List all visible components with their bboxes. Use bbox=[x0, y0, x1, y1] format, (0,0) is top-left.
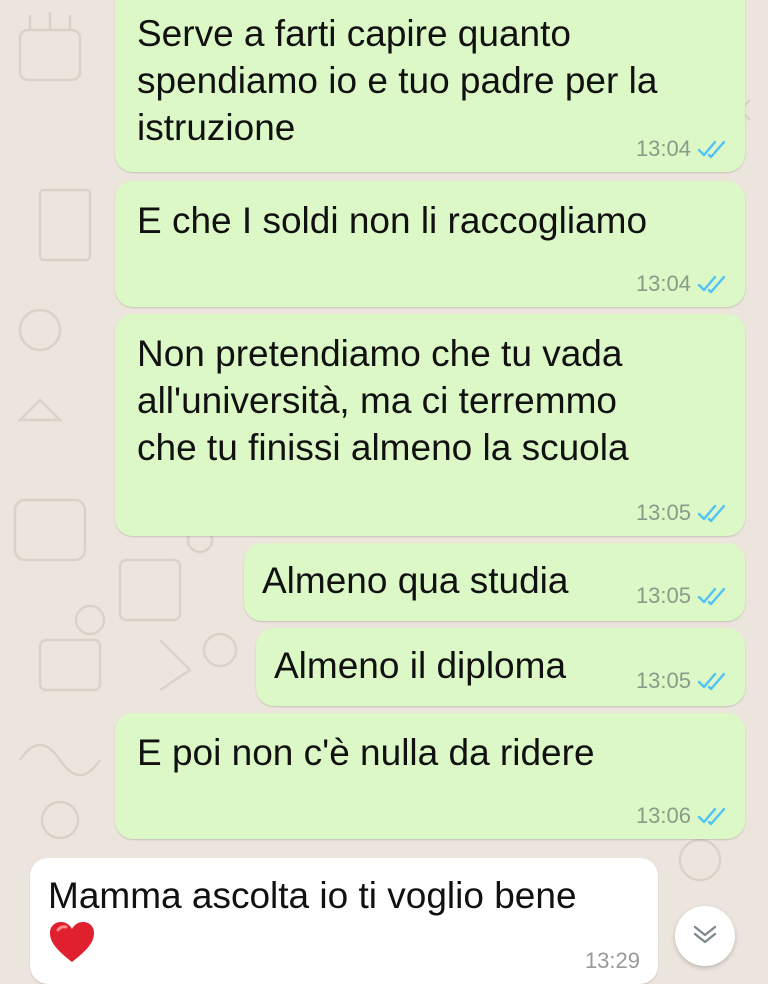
message-bubble-outgoing[interactable]: Almeno il diploma 13:05 bbox=[256, 628, 745, 706]
message-time: 13:04 bbox=[635, 136, 691, 161]
message-text: Almeno qua studia bbox=[262, 560, 569, 601]
double-check-icon bbox=[697, 806, 727, 826]
message-time: 13:29 bbox=[584, 948, 640, 973]
heart-icon bbox=[48, 920, 96, 969]
double-check-icon bbox=[697, 274, 727, 294]
message-text: E poi non c'è nulla da ridere bbox=[137, 732, 595, 773]
double-check-icon bbox=[697, 671, 727, 691]
chevron-down-icon bbox=[691, 923, 719, 950]
message-bubble-outgoing[interactable]: Almeno qua studia 13:05 bbox=[244, 543, 745, 621]
message-time: 13:05 bbox=[635, 583, 691, 608]
message-time: 13:05 bbox=[635, 500, 691, 525]
message-text: E che I soldi non li raccogliamo bbox=[137, 200, 648, 241]
message-text: Non pretendiamo che tu vada all'universi… bbox=[137, 333, 629, 468]
double-check-icon bbox=[697, 503, 727, 523]
message-text: Serve a farti capire quanto spendiamo io… bbox=[137, 13, 658, 148]
message-time: 13:04 bbox=[635, 271, 691, 296]
message-bubble-outgoing[interactable]: E poi non c'è nulla da ridere 13:06 bbox=[115, 713, 745, 839]
message-text: Almeno il diploma bbox=[274, 645, 567, 686]
message-time: 13:05 bbox=[635, 668, 691, 693]
message-bubble-outgoing[interactable]: E che I soldi non li raccogliamo 13:04 bbox=[115, 181, 745, 307]
double-check-icon bbox=[697, 139, 727, 159]
message-text: Mamma ascolta io ti voglio bene bbox=[48, 875, 577, 916]
message-bubble-outgoing[interactable]: Non pretendiamo che tu vada all'universi… bbox=[115, 314, 745, 536]
conversation: Serve a farti capire quanto spendiamo io… bbox=[0, 0, 768, 984]
message-bubble-incoming[interactable]: Mamma ascolta io ti voglio bene 13:29 bbox=[30, 858, 658, 984]
scroll-down-button[interactable] bbox=[675, 906, 735, 966]
message-time: 13:06 bbox=[635, 803, 691, 828]
message-bubble-outgoing[interactable]: Serve a farti capire quanto spendiamo io… bbox=[115, 0, 745, 172]
double-check-icon bbox=[697, 586, 727, 606]
